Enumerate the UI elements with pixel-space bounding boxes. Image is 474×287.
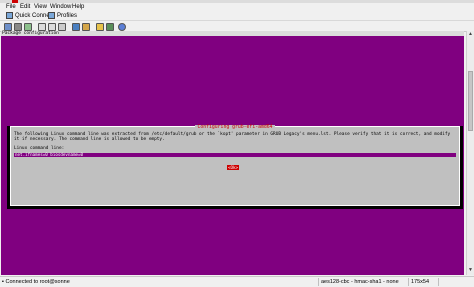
quick-connect-bar: Quick Connect Profiles [0, 11, 474, 20]
find-icon-2[interactable] [58, 23, 66, 31]
copy-icon[interactable] [38, 23, 46, 31]
ok-button[interactable]: <Ok> [227, 165, 239, 170]
print-icon[interactable] [14, 23, 22, 31]
menu-view[interactable]: View [34, 4, 47, 10]
menu-file[interactable]: File [6, 4, 16, 10]
terminal-area[interactable]: Package configuration Configuring grub-e… [1, 31, 464, 275]
profiles-button[interactable]: Profiles [48, 12, 77, 19]
config-dialog-shadow: Configuring grub-efi-amd64 The following… [7, 125, 463, 209]
paste-icon[interactable] [48, 23, 56, 31]
dialog-title: Configuring grub-efi-amd64 [195, 125, 275, 130]
keys-icon[interactable] [106, 23, 114, 31]
config-dialog: Configuring grub-efi-amd64 The following… [10, 125, 460, 206]
scroll-up-icon[interactable]: ▲ [468, 31, 473, 37]
menu-help[interactable]: Help [72, 4, 84, 10]
terminal-size: 175x54 [408, 278, 438, 286]
find-icon[interactable] [24, 23, 32, 31]
dialog-text-line-2: it if necessary. The command line is all… [14, 137, 165, 142]
status-bar: ▪ Connected to root@sonne aes128-cbc - h… [0, 276, 474, 287]
connection-status: ▪ Connected to root@sonne [2, 279, 70, 285]
help-icon[interactable] [118, 23, 126, 31]
package-configuration-header: Package configuration [1, 31, 464, 36]
status-empty [438, 278, 474, 286]
profiles-label: Profiles [57, 12, 78, 19]
menu-edit[interactable]: Edit [20, 4, 30, 10]
lock-icon[interactable] [96, 23, 104, 31]
file-transfer-icon[interactable] [72, 23, 80, 31]
new-window-icon[interactable] [4, 23, 12, 31]
command-line-label: Linux command line: [14, 146, 65, 151]
folder-icon [48, 12, 55, 19]
connected-icon: ▪ [2, 279, 4, 285]
scroll-thumb[interactable] [468, 71, 473, 131]
menu-window[interactable]: Window [50, 4, 71, 10]
connect-icon [6, 12, 13, 19]
command-line-input[interactable]: net.ifnames=0 biosdevname=0 [14, 152, 456, 157]
vertical-scrollbar[interactable]: ▲ ▼ [466, 31, 474, 275]
scroll-down-icon[interactable]: ▼ [468, 267, 473, 273]
cipher-status: aes128-cbc - hmac-sha1 - none [318, 278, 408, 286]
settings-icon[interactable] [82, 23, 90, 31]
